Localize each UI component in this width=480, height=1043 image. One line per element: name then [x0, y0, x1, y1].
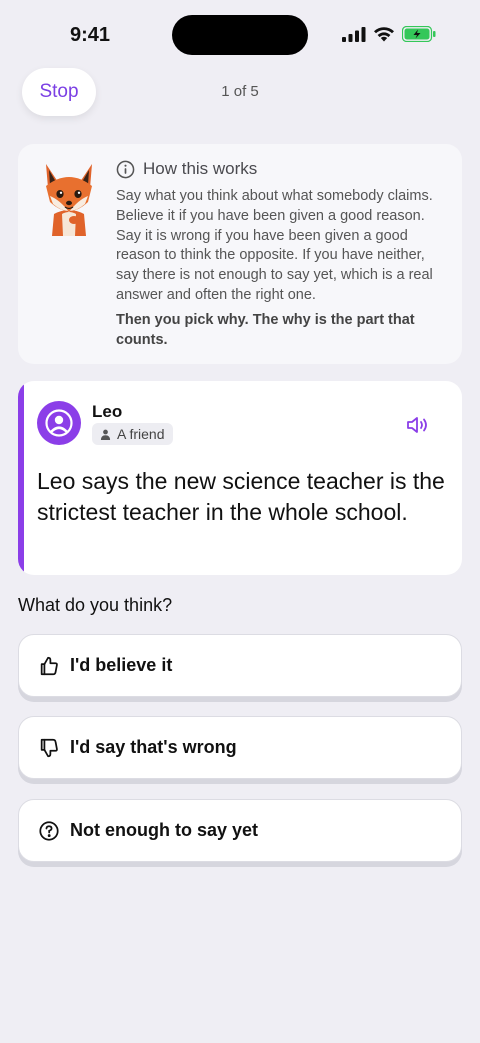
how-it-works-title: How this works	[143, 159, 258, 178]
claim-card: Leo A friend Leo says the new science te…	[18, 381, 462, 575]
thumbs-down-icon	[38, 737, 60, 759]
not-enough-label: Not enough to say yet	[70, 820, 259, 840]
claim-accent-bar	[18, 381, 24, 575]
thumbs-up-icon	[38, 655, 60, 677]
signal-icon	[342, 27, 366, 42]
speaker-name: Leo	[92, 402, 123, 421]
how-it-works-emphasis: Then you pick why. The why is the part t…	[116, 312, 415, 348]
fox-mascot-icon	[46, 164, 92, 236]
believe-it-label: I'd believe it	[70, 655, 173, 675]
say-wrong-button[interactable]: I'd say that's wrong	[18, 716, 462, 779]
status-bar: 9:41	[0, 0, 480, 70]
claim-text: Leo says the new science teacher is the …	[37, 468, 445, 525]
avatar	[37, 401, 81, 445]
how-it-works-header: How this works	[116, 159, 257, 179]
dynamic-island	[172, 15, 308, 55]
relation-label: A friend	[117, 426, 165, 442]
believe-it-button[interactable]: I'd believe it	[18, 634, 462, 697]
play-audio-button[interactable]	[404, 413, 432, 437]
speaker-icon	[407, 417, 427, 433]
progress-indicator: 1 of 5	[221, 83, 259, 100]
question-circle-icon	[38, 820, 60, 842]
not-enough-button[interactable]: Not enough to say yet	[18, 799, 462, 862]
how-it-works-body: Say what you think about what somebody c…	[116, 188, 433, 303]
stop-button[interactable]: Stop	[22, 68, 96, 116]
battery-icon	[402, 26, 436, 42]
how-it-works-card: How this works Say what you think about …	[18, 144, 462, 364]
wifi-icon	[374, 27, 394, 42]
person-small-icon	[100, 429, 111, 440]
status-icons	[342, 26, 436, 42]
status-time: 9:41	[70, 24, 111, 46]
person-icon	[45, 409, 73, 437]
info-icon	[116, 160, 135, 178]
say-wrong-label: I'd say that's wrong	[70, 737, 237, 757]
relation-badge: A friend	[92, 423, 174, 445]
question-prompt: What do you think?	[18, 595, 173, 615]
